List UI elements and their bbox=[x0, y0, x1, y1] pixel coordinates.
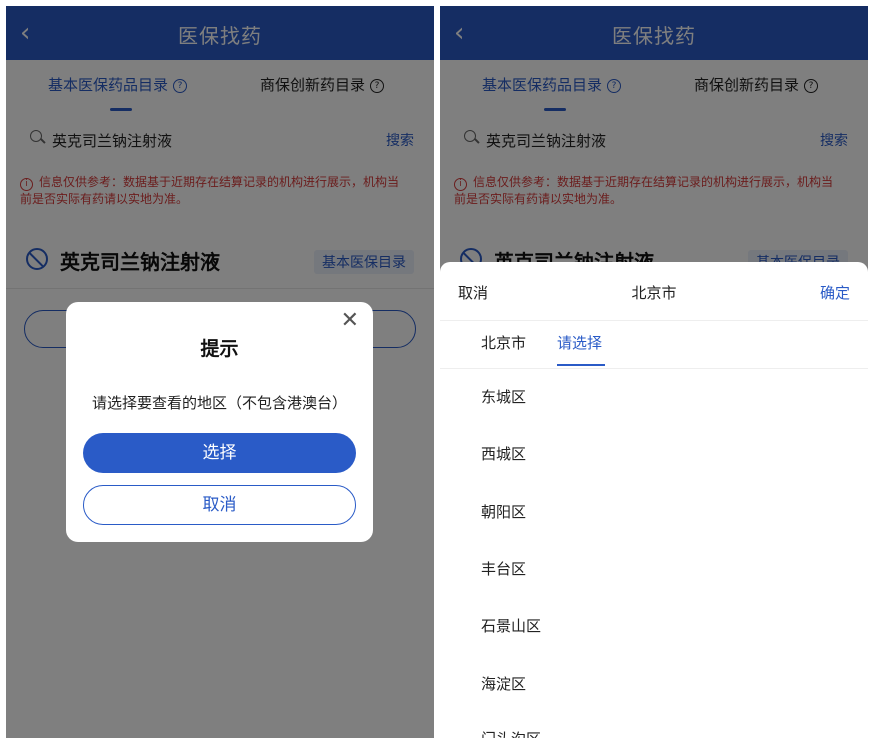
district-option[interactable]: 东城区 bbox=[481, 386, 526, 407]
region-dialog: ✕ 提示 请选择要查看的地区（不包含港澳台） 选择 取消 bbox=[66, 302, 373, 542]
select-button[interactable]: 选择 bbox=[83, 433, 356, 473]
right-screen: ‹ 医保找药 基本医保药品目录? 商保创新药目录? 英克司兰钠注射液 搜索 i信… bbox=[440, 6, 868, 738]
district-option[interactable]: 西城区 bbox=[481, 443, 526, 464]
left-screen: ‹ 医保找药 基本医保药品目录? 商保创新药目录? 英克司兰钠注射液 搜索 i信… bbox=[6, 6, 434, 738]
district-option[interactable]: 丰台区 bbox=[481, 558, 526, 579]
region-picker-sheet: 取消 北京市 确定 北京市 请选择 东城区 西城区 朝阳区 丰台区 石景山区 海… bbox=[440, 262, 868, 738]
dialog-title: 提示 bbox=[200, 338, 239, 360]
district-option[interactable]: 海淀区 bbox=[481, 673, 526, 694]
cancel-button[interactable]: 取消 bbox=[83, 485, 356, 525]
district-option[interactable]: 朝阳区 bbox=[481, 501, 526, 522]
district-option[interactable]: 石景山区 bbox=[481, 615, 541, 636]
picker-tab-indicator bbox=[557, 364, 605, 366]
sheet-title: 北京市 bbox=[631, 284, 677, 302]
picker-tab-district[interactable]: 请选择 bbox=[557, 332, 602, 353]
district-option[interactable]: 门头沟区 bbox=[481, 728, 541, 738]
close-icon[interactable]: ✕ bbox=[341, 310, 359, 332]
sheet-confirm-button[interactable]: 确定 bbox=[820, 282, 850, 303]
sheet-header: 取消 北京市 确定 bbox=[440, 262, 868, 321]
picker-tabs: 北京市 请选择 bbox=[440, 320, 868, 369]
dialog-message: 请选择要查看的地区（不包含港澳台） bbox=[91, 394, 347, 412]
picker-tab-province[interactable]: 北京市 bbox=[481, 332, 526, 353]
